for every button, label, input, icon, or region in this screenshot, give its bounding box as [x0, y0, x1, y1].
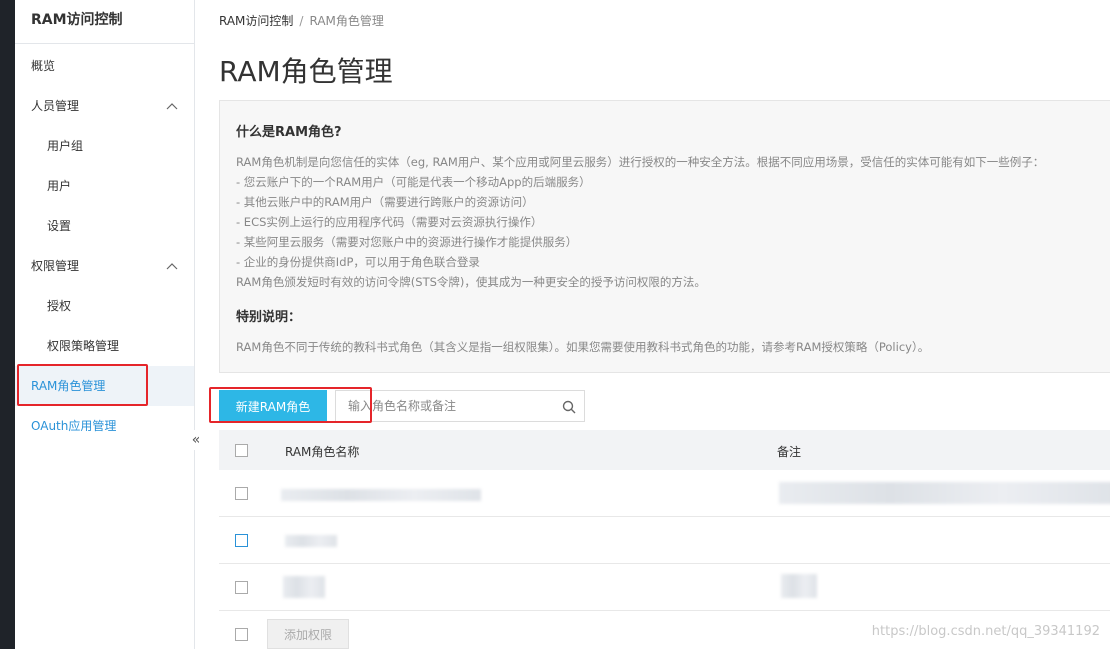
breadcrumb: RAM访问控制 / RAM角色管理 — [219, 12, 384, 29]
redacted-role-name[interactable] — [285, 535, 337, 547]
chevron-up-icon — [166, 86, 178, 126]
redacted-role-name[interactable] — [281, 489, 481, 501]
sidebar-item-label: 人员管理 — [31, 99, 80, 113]
special-note-heading: 特别说明： — [236, 310, 302, 325]
footer-checkbox[interactable] — [235, 628, 248, 641]
info-panel: 什么是RAM角色? RAM角色机制是向您信任的实体（eg, RAM用户、某个应用… — [219, 100, 1110, 373]
breadcrumb-root[interactable]: RAM访问控制 — [219, 14, 293, 28]
redacted-role-note — [781, 574, 817, 598]
sidebar-item-label: OAuth应用管理 — [31, 419, 117, 433]
info-line: - 企业的身份提供商IdP，可以用于角色联合登录 — [236, 255, 480, 269]
redacted-role-note — [779, 482, 1110, 504]
new-ram-role-button[interactable]: 新建RAM角色 — [219, 390, 327, 422]
roles-table: RAM角色名称 备注 添加权限 — [219, 430, 1110, 649]
watermark: https://blog.csdn.net/qq_39341192 — [871, 624, 1100, 639]
row-checkbox[interactable] — [235, 534, 248, 547]
special-note-text: RAM角色不同于传统的教科书式角色（其含义是指一组权限集）。如果您需要使用教科书… — [236, 340, 930, 354]
sidebar-item-label: 用户 — [47, 179, 72, 193]
info-line: - ECS实例上运行的应用程序代码（需要对云资源执行操作） — [236, 215, 543, 229]
sidebar-title: RAM访问控制 — [15, 0, 194, 44]
page-title: RAM角色管理 — [219, 55, 393, 88]
sidebar-item-oauth[interactable]: OAuth应用管理 — [15, 406, 194, 446]
sidebar-group-people[interactable]: 人员管理 — [15, 86, 194, 126]
sidebar-item-roles[interactable]: RAM角色管理 — [15, 366, 194, 406]
table-row — [219, 564, 1110, 611]
sidebar-item-label: 权限管理 — [31, 259, 80, 273]
sidebar-item-groups[interactable]: 用户组 — [15, 126, 194, 166]
sidebar: RAM访问控制 概览 人员管理 用户组 用户 设置 权限管理 授权 权限策略管理… — [15, 0, 195, 649]
main-content: RAM访问控制 / RAM角色管理 RAM角色管理 什么是RAM角色? RAM角色机… — [195, 0, 1110, 649]
sidebar-item-label: 设置 — [47, 219, 72, 233]
breadcrumb-separator: / — [299, 14, 304, 28]
row-checkbox[interactable] — [235, 487, 248, 500]
sidebar-item-users[interactable]: 用户 — [15, 166, 194, 206]
column-header-note: 备注 — [777, 445, 802, 459]
app-window: RAM访问控制 概览 人员管理 用户组 用户 设置 权限管理 授权 权限策略管理… — [0, 0, 1110, 649]
breadcrumb-current: RAM角色管理 — [309, 14, 384, 28]
add-permission-button[interactable]: 添加权限 — [267, 619, 349, 649]
sidebar-item-authorize[interactable]: 授权 — [15, 286, 194, 326]
sidebar-item-label: 权限策略管理 — [47, 339, 120, 353]
column-header-name: RAM角色名称 — [285, 445, 360, 459]
sidebar-item-policies[interactable]: 权限策略管理 — [15, 326, 194, 366]
sidebar-group-permissions[interactable]: 权限管理 — [15, 246, 194, 286]
info-line: RAM角色颁发短时有效的访问令牌(STS令牌)，使其成为一种更安全的授予访问权限… — [236, 275, 706, 289]
chevron-up-icon — [166, 246, 178, 286]
search-box — [335, 390, 585, 422]
table-row — [219, 470, 1110, 517]
redacted-role-name[interactable] — [283, 576, 325, 598]
sidebar-item-label: 授权 — [47, 299, 72, 313]
search-icon[interactable] — [562, 399, 576, 414]
sidebar-item-label: 概览 — [31, 59, 56, 73]
select-all-checkbox[interactable] — [235, 444, 248, 457]
console-left-strip — [0, 0, 15, 649]
row-checkbox[interactable] — [235, 581, 248, 594]
table-row — [219, 517, 1110, 564]
info-line: - 其他云账户中的RAM用户（需要进行跨账户的资源访问） — [236, 195, 534, 209]
search-input[interactable] — [336, 391, 551, 421]
info-line: RAM角色机制是向您信任的实体（eg, RAM用户、某个应用或阿里云服务）进行授… — [236, 155, 1045, 169]
sidebar-item-settings[interactable]: 设置 — [15, 206, 194, 246]
sidebar-item-label: RAM角色管理 — [31, 379, 106, 393]
info-heading: 什么是RAM角色? — [236, 125, 342, 140]
info-line: - 某些阿里云服务（需要对您账户中的资源进行操作才能提供服务） — [236, 235, 578, 249]
sidebar-item-label: 用户组 — [47, 139, 84, 153]
info-line: - 您云账户下的一个RAM用户（可能是代表一个移动App的后端服务） — [236, 175, 591, 189]
table-header: RAM角色名称 备注 — [219, 430, 1110, 470]
sidebar-item-overview[interactable]: 概览 — [15, 46, 194, 86]
